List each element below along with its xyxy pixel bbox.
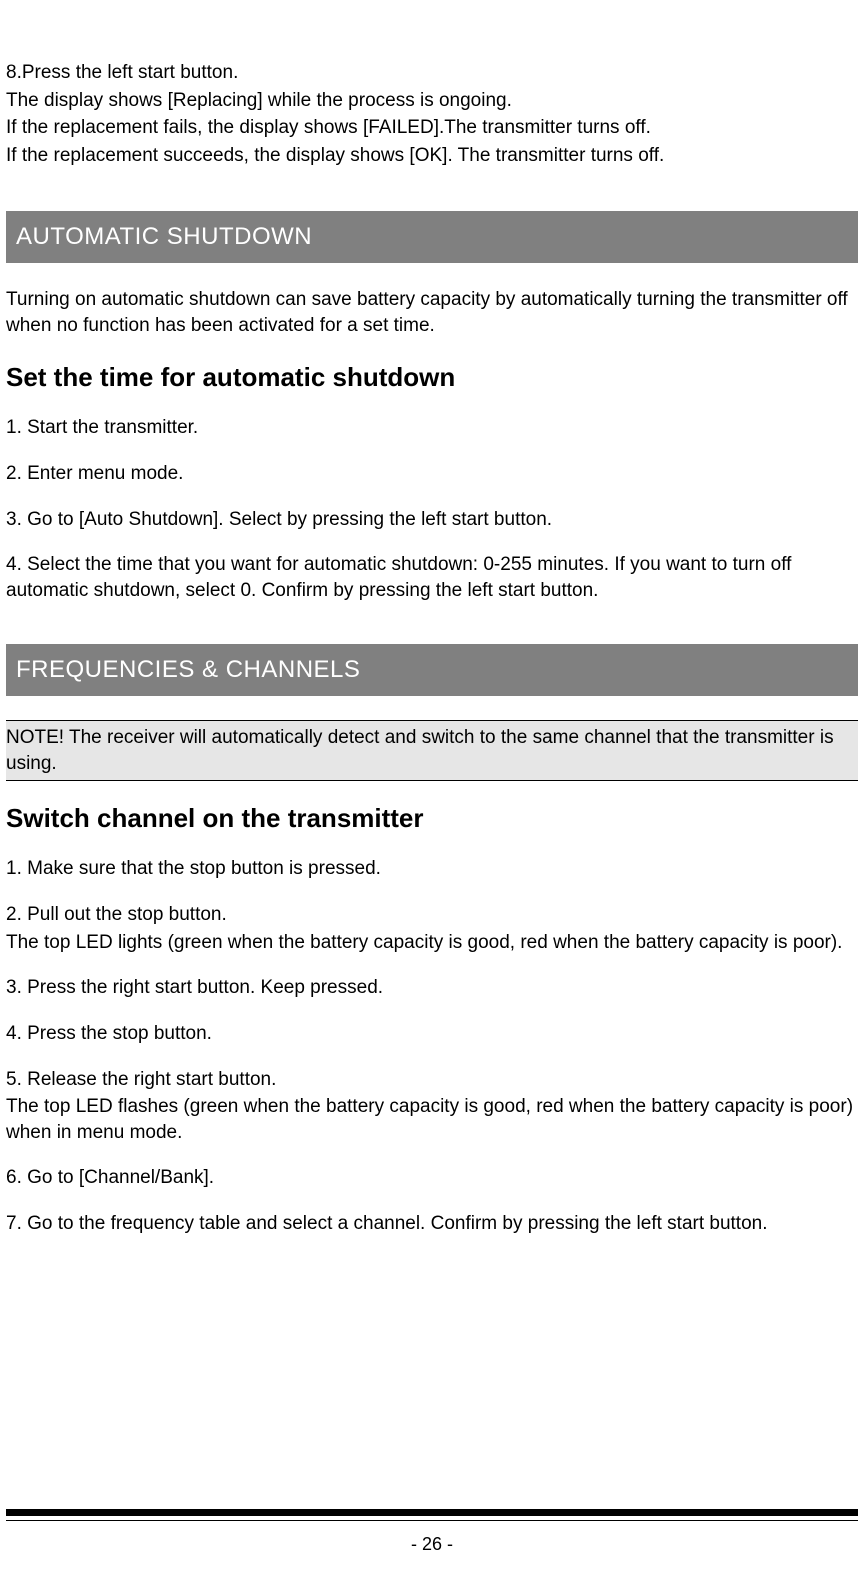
- s1-step-4: 4. Select the time that you want for aut…: [6, 552, 858, 603]
- section-heading-frequencies-channels: FREQUENCIES & CHANNELS: [6, 644, 858, 696]
- intro-line: 8.Press the left start button.: [6, 60, 858, 86]
- s2-step-2-after: The top LED lights (green when the batte…: [6, 930, 858, 956]
- s2-step-6: 6. Go to [Channel/Bank].: [6, 1165, 858, 1191]
- intro-line: If the replacement fails, the display sh…: [6, 115, 858, 141]
- intro-line: The display shows [Replacing] while the …: [6, 88, 858, 114]
- s2-step-4: 4. Press the stop button.: [6, 1021, 858, 1047]
- s2-step-5: 5. Release the right start button.: [6, 1067, 858, 1093]
- section-heading-automatic-shutdown: AUTOMATIC SHUTDOWN: [6, 211, 858, 263]
- page-number: - 26 -: [0, 1532, 864, 1556]
- intro-line: If the replacement succeeds, the display…: [6, 143, 858, 169]
- s2-step-2: 2. Pull out the stop button.: [6, 902, 858, 928]
- subheading-switch-channel: Switch channel on the transmitter: [6, 801, 858, 836]
- s2-step-1: 1. Make sure that the stop button is pre…: [6, 856, 858, 882]
- subheading-set-time: Set the time for automatic shutdown: [6, 360, 858, 395]
- s1-step-2: 2. Enter menu mode.: [6, 461, 858, 487]
- note-text: NOTE! The receiver will automatically de…: [6, 727, 834, 774]
- footer-rule: [6, 1509, 858, 1516]
- s1-step-3: 3. Go to [Auto Shutdown]. Select by pres…: [6, 507, 858, 533]
- s2-step-5-after: The top LED flashes (green when the batt…: [6, 1094, 858, 1145]
- intro-block: 8.Press the left start button. The displ…: [6, 60, 858, 169]
- note-box: NOTE! The receiver will automatically de…: [6, 720, 858, 781]
- section1-lead: Turning on automatic shutdown can save b…: [6, 287, 858, 338]
- s2-step-3: 3. Press the right start button. Keep pr…: [6, 975, 858, 1001]
- page: 8.Press the left start button. The displ…: [0, 0, 864, 1576]
- s2-step-7: 7. Go to the frequency table and select …: [6, 1211, 858, 1237]
- s1-step-1: 1. Start the transmitter.: [6, 415, 858, 441]
- footer-hairline: [6, 1520, 858, 1521]
